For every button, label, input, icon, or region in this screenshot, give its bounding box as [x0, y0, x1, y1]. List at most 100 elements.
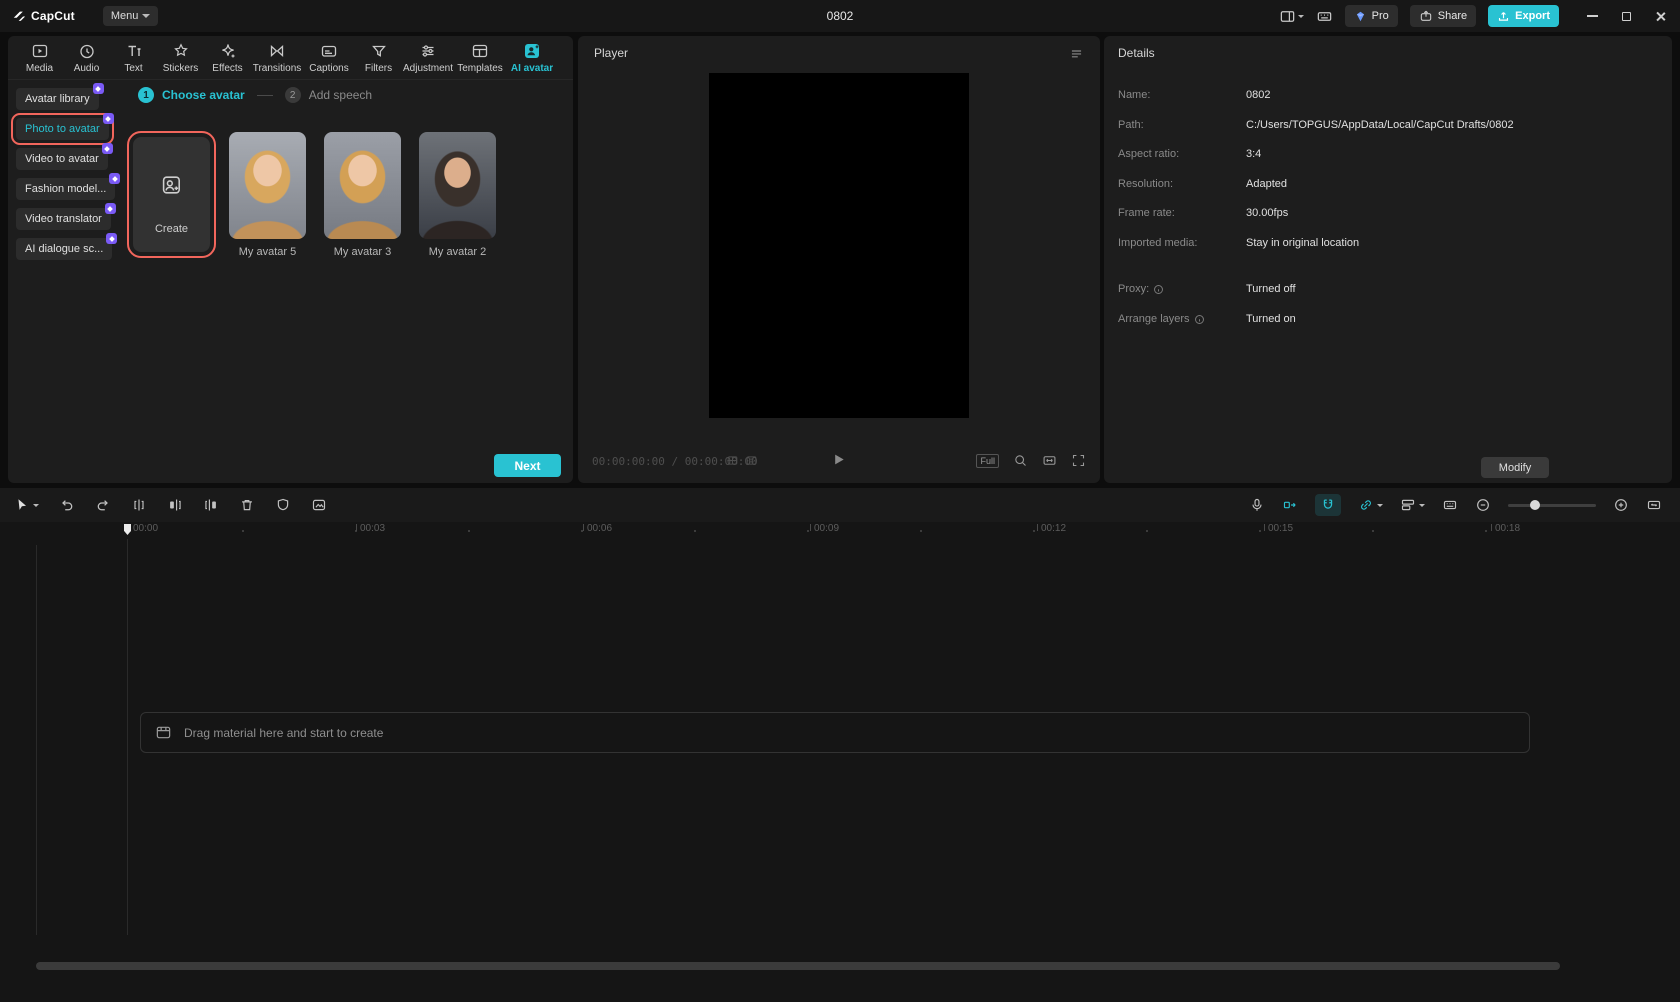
tab-audio[interactable]: Audio	[63, 42, 110, 74]
video-preview[interactable]	[709, 73, 969, 418]
close-icon[interactable]	[1655, 11, 1666, 22]
avatar-photo	[229, 132, 306, 239]
track-header-divider	[36, 545, 37, 935]
layout-panels-button[interactable]	[1279, 8, 1304, 25]
detail-value: Adapted	[1246, 178, 1287, 190]
tab-label: Audio	[74, 63, 100, 74]
play-button[interactable]	[830, 451, 847, 468]
detail-row: Arrange layers Turned on	[1118, 313, 1658, 329]
timeline-empty-dropzone[interactable]: Drag material here and start to create	[140, 712, 1530, 753]
frame-grid-icon[interactable]	[726, 454, 739, 467]
sidebar-item-label: Photo to avatar	[25, 123, 100, 135]
ruler-tick: 00:00	[129, 524, 158, 534]
timeline-tools-left	[14, 488, 327, 522]
tick-label: 00:03	[360, 524, 385, 534]
quality-selector[interactable]: Full	[976, 454, 999, 468]
transitions-icon	[268, 42, 286, 60]
tab-effects[interactable]: Effects	[204, 42, 251, 74]
tab-stickers[interactable]: Stickers	[157, 42, 204, 74]
shortcuts-button[interactable]	[1316, 8, 1333, 25]
delete-button[interactable]	[239, 497, 255, 513]
tab-adjustment[interactable]: Adjustment	[402, 42, 454, 74]
avatar-card[interactable]: My avatar 5	[229, 132, 306, 258]
ai-avatar-panel-body: Avatar library Photo to avatar Video to …	[8, 80, 573, 483]
sidebar-item-avatar-library[interactable]: Avatar library	[16, 88, 99, 110]
tab-label: Effects	[212, 63, 242, 74]
track-height-button[interactable]	[1442, 497, 1458, 513]
stickers-icon	[172, 42, 190, 60]
tab-templates[interactable]: Templates	[454, 42, 506, 74]
next-button[interactable]: Next	[494, 454, 561, 477]
linkage-toggle-button[interactable]	[1358, 497, 1383, 513]
sidebar-item-video-to-avatar[interactable]: Video to avatar	[16, 148, 108, 170]
info-icon[interactable]	[1194, 314, 1205, 325]
titlebar: CapCut Menu 0802 Pro	[0, 0, 1680, 32]
info-icon[interactable]	[1153, 284, 1164, 295]
step-1-circle: 1	[138, 87, 154, 103]
cover-button[interactable]	[311, 497, 327, 513]
split-button[interactable]	[131, 497, 147, 513]
share-button[interactable]: Share	[1410, 5, 1476, 27]
sidebar-item-photo-to-avatar[interactable]: Photo to avatar	[16, 118, 109, 140]
details-panel: Details Name:0802 Path:C:/Users/TOPGUS/A…	[1104, 36, 1672, 483]
timeline-horizontal-scrollbar[interactable]	[36, 962, 1560, 970]
track-mode-button[interactable]	[1400, 497, 1425, 513]
modify-button[interactable]: Modify	[1481, 457, 1549, 478]
tab-transitions[interactable]: Transitions	[251, 42, 303, 74]
redo-button[interactable]	[95, 497, 111, 513]
share-label: Share	[1438, 10, 1467, 22]
tab-captions[interactable]: Captions	[303, 42, 355, 74]
avatar-card[interactable]: My avatar 2	[419, 132, 496, 258]
tab-media[interactable]: Media	[16, 42, 63, 74]
player-menu-icon[interactable]	[1069, 46, 1084, 61]
capcut-logo: CapCut	[0, 9, 75, 23]
cursor-icon	[14, 497, 30, 513]
delete-right-button[interactable]	[203, 497, 219, 513]
select-tool-button[interactable]	[14, 497, 39, 513]
snap-toggle-button[interactable]	[1315, 494, 1341, 516]
detail-value: 30.00fps	[1246, 207, 1288, 219]
capcut-app: CapCut Menu 0802 Pro	[0, 0, 1680, 1002]
undo-button[interactable]	[59, 497, 75, 513]
zoom-fit-button[interactable]	[1646, 497, 1662, 513]
adjustment-icon	[419, 42, 437, 60]
pro-badge[interactable]: Pro	[1345, 5, 1398, 27]
tab-text[interactable]: Text	[110, 42, 157, 74]
zoom-slider-knob[interactable]	[1530, 500, 1540, 510]
ai-badge-icon	[93, 83, 104, 94]
tab-ai-avatar[interactable]: AI avatar	[506, 42, 558, 74]
sidebar-item-fashion-model[interactable]: Fashion model...	[16, 178, 115, 200]
avatar-card[interactable]: My avatar 3	[324, 132, 401, 258]
audio-icon	[78, 42, 96, 60]
tab-filters[interactable]: Filters	[355, 42, 402, 74]
menu-button[interactable]: Menu	[103, 6, 159, 26]
delete-left-button[interactable]	[167, 497, 183, 513]
capcut-logo-icon	[12, 9, 26, 23]
sidebar-item-video-translator[interactable]: Video translator	[16, 208, 111, 230]
timeline-ruler[interactable]: 00:00 00:03 00:06 00:09 00:12 00:15 00:1…	[0, 522, 1680, 539]
sidebar-item-label: Fashion model...	[25, 183, 106, 195]
window-controls	[1587, 11, 1666, 22]
preview-zoom-icon[interactable]	[1013, 453, 1028, 468]
detail-value: 0802	[1246, 89, 1270, 101]
aspect-ratio-icon[interactable]	[1042, 453, 1057, 468]
tick-label: 00:06	[587, 524, 612, 534]
tick-mark	[356, 524, 357, 531]
maximize-icon[interactable]	[1622, 12, 1631, 21]
sidebar-item-ai-dialogue[interactable]: AI dialogue sc...	[16, 238, 112, 260]
mask-button[interactable]	[275, 497, 291, 513]
avatar-name: My avatar 3	[324, 246, 401, 258]
ripple-toggle-button[interactable]	[1282, 497, 1298, 513]
export-button[interactable]: Export	[1488, 5, 1559, 27]
timeline-zoom-slider[interactable]	[1508, 504, 1596, 507]
minimize-icon[interactable]	[1587, 15, 1598, 17]
filters-icon	[370, 42, 388, 60]
step-indicator: 1 Choose avatar 2 Add speech	[138, 86, 372, 104]
timeline-zoom-out-button[interactable]	[1475, 497, 1491, 513]
detail-row: Path:C:/Users/TOPGUS/AppData/Local/CapCu…	[1118, 119, 1658, 135]
frame-list-icon[interactable]	[745, 454, 758, 467]
fullscreen-icon[interactable]	[1071, 453, 1086, 468]
create-avatar-card[interactable]: Create	[133, 137, 210, 252]
record-voiceover-button[interactable]	[1249, 497, 1265, 513]
timeline-zoom-in-button[interactable]	[1613, 497, 1629, 513]
